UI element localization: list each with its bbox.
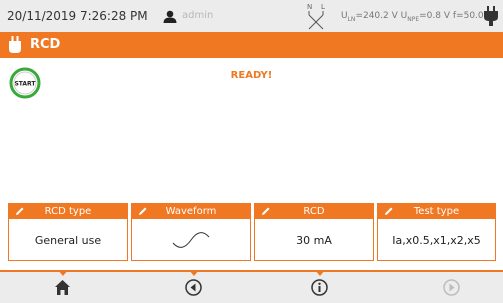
- param-header: Test type: [378, 204, 495, 219]
- pencil-icon: [385, 207, 393, 215]
- nav-marker: [58, 270, 68, 276]
- bottom-nav: [0, 270, 503, 303]
- nav-home-button[interactable]: [0, 270, 125, 303]
- home-icon: [55, 280, 70, 295]
- connection-diagram-icon: N L: [307, 3, 325, 30]
- pencil-icon: [139, 207, 147, 215]
- user-icon: [163, 10, 177, 23]
- title-bar: RCD: [0, 32, 503, 58]
- param-rcd-type[interactable]: RCD type General use: [8, 203, 128, 261]
- user-name[interactable]: admin: [182, 10, 213, 21]
- start-label: START: [14, 81, 36, 88]
- datetime: 20/11/2019 7:26:28 PM: [7, 9, 148, 23]
- nav-back-button[interactable]: [126, 270, 251, 303]
- nav-forward-button[interactable]: [378, 272, 503, 303]
- nav-marker: [315, 270, 325, 276]
- measurement-readout: ULN=240.2 V UNPE=0.8 V f=50.0 Hz: [341, 11, 498, 23]
- rcd-plug-icon: [9, 36, 21, 53]
- nav-info-button[interactable]: [252, 270, 377, 303]
- param-header: Waveform: [132, 204, 250, 219]
- info-circle-icon: [311, 279, 328, 296]
- page-title: RCD: [30, 37, 61, 52]
- param-value: 30 mA: [296, 233, 332, 247]
- nav-marker: [189, 270, 199, 276]
- param-waveform[interactable]: Waveform: [131, 203, 251, 261]
- param-value: General use: [34, 233, 102, 247]
- param-label: Waveform: [165, 206, 217, 217]
- param-value: Ia,x0.5,x1,x2,x5: [392, 233, 481, 247]
- pencil-icon: [262, 207, 270, 215]
- status-bar: 20/11/2019 7:26:28 PM admin N L ULN=240.…: [0, 0, 503, 32]
- back-circle-icon: [185, 279, 202, 296]
- param-test-type[interactable]: Test type Ia,x0.5,x1,x2,x5: [377, 203, 496, 261]
- status-message: READY!: [230, 70, 273, 81]
- conn-l-label: L: [321, 3, 325, 11]
- conn-n-label: N: [307, 3, 312, 11]
- param-header: RCD: [255, 204, 373, 219]
- pencil-icon: [16, 207, 24, 215]
- param-header: RCD type: [9, 204, 127, 219]
- forward-circle-icon: [443, 279, 460, 296]
- param-label: RCD: [303, 206, 325, 217]
- param-label: RCD type: [44, 206, 92, 217]
- param-rcd-current[interactable]: RCD 30 mA: [254, 203, 374, 261]
- sine-wave-icon: [172, 232, 210, 248]
- plug-icon: [484, 6, 498, 26]
- param-label: Test type: [413, 206, 460, 217]
